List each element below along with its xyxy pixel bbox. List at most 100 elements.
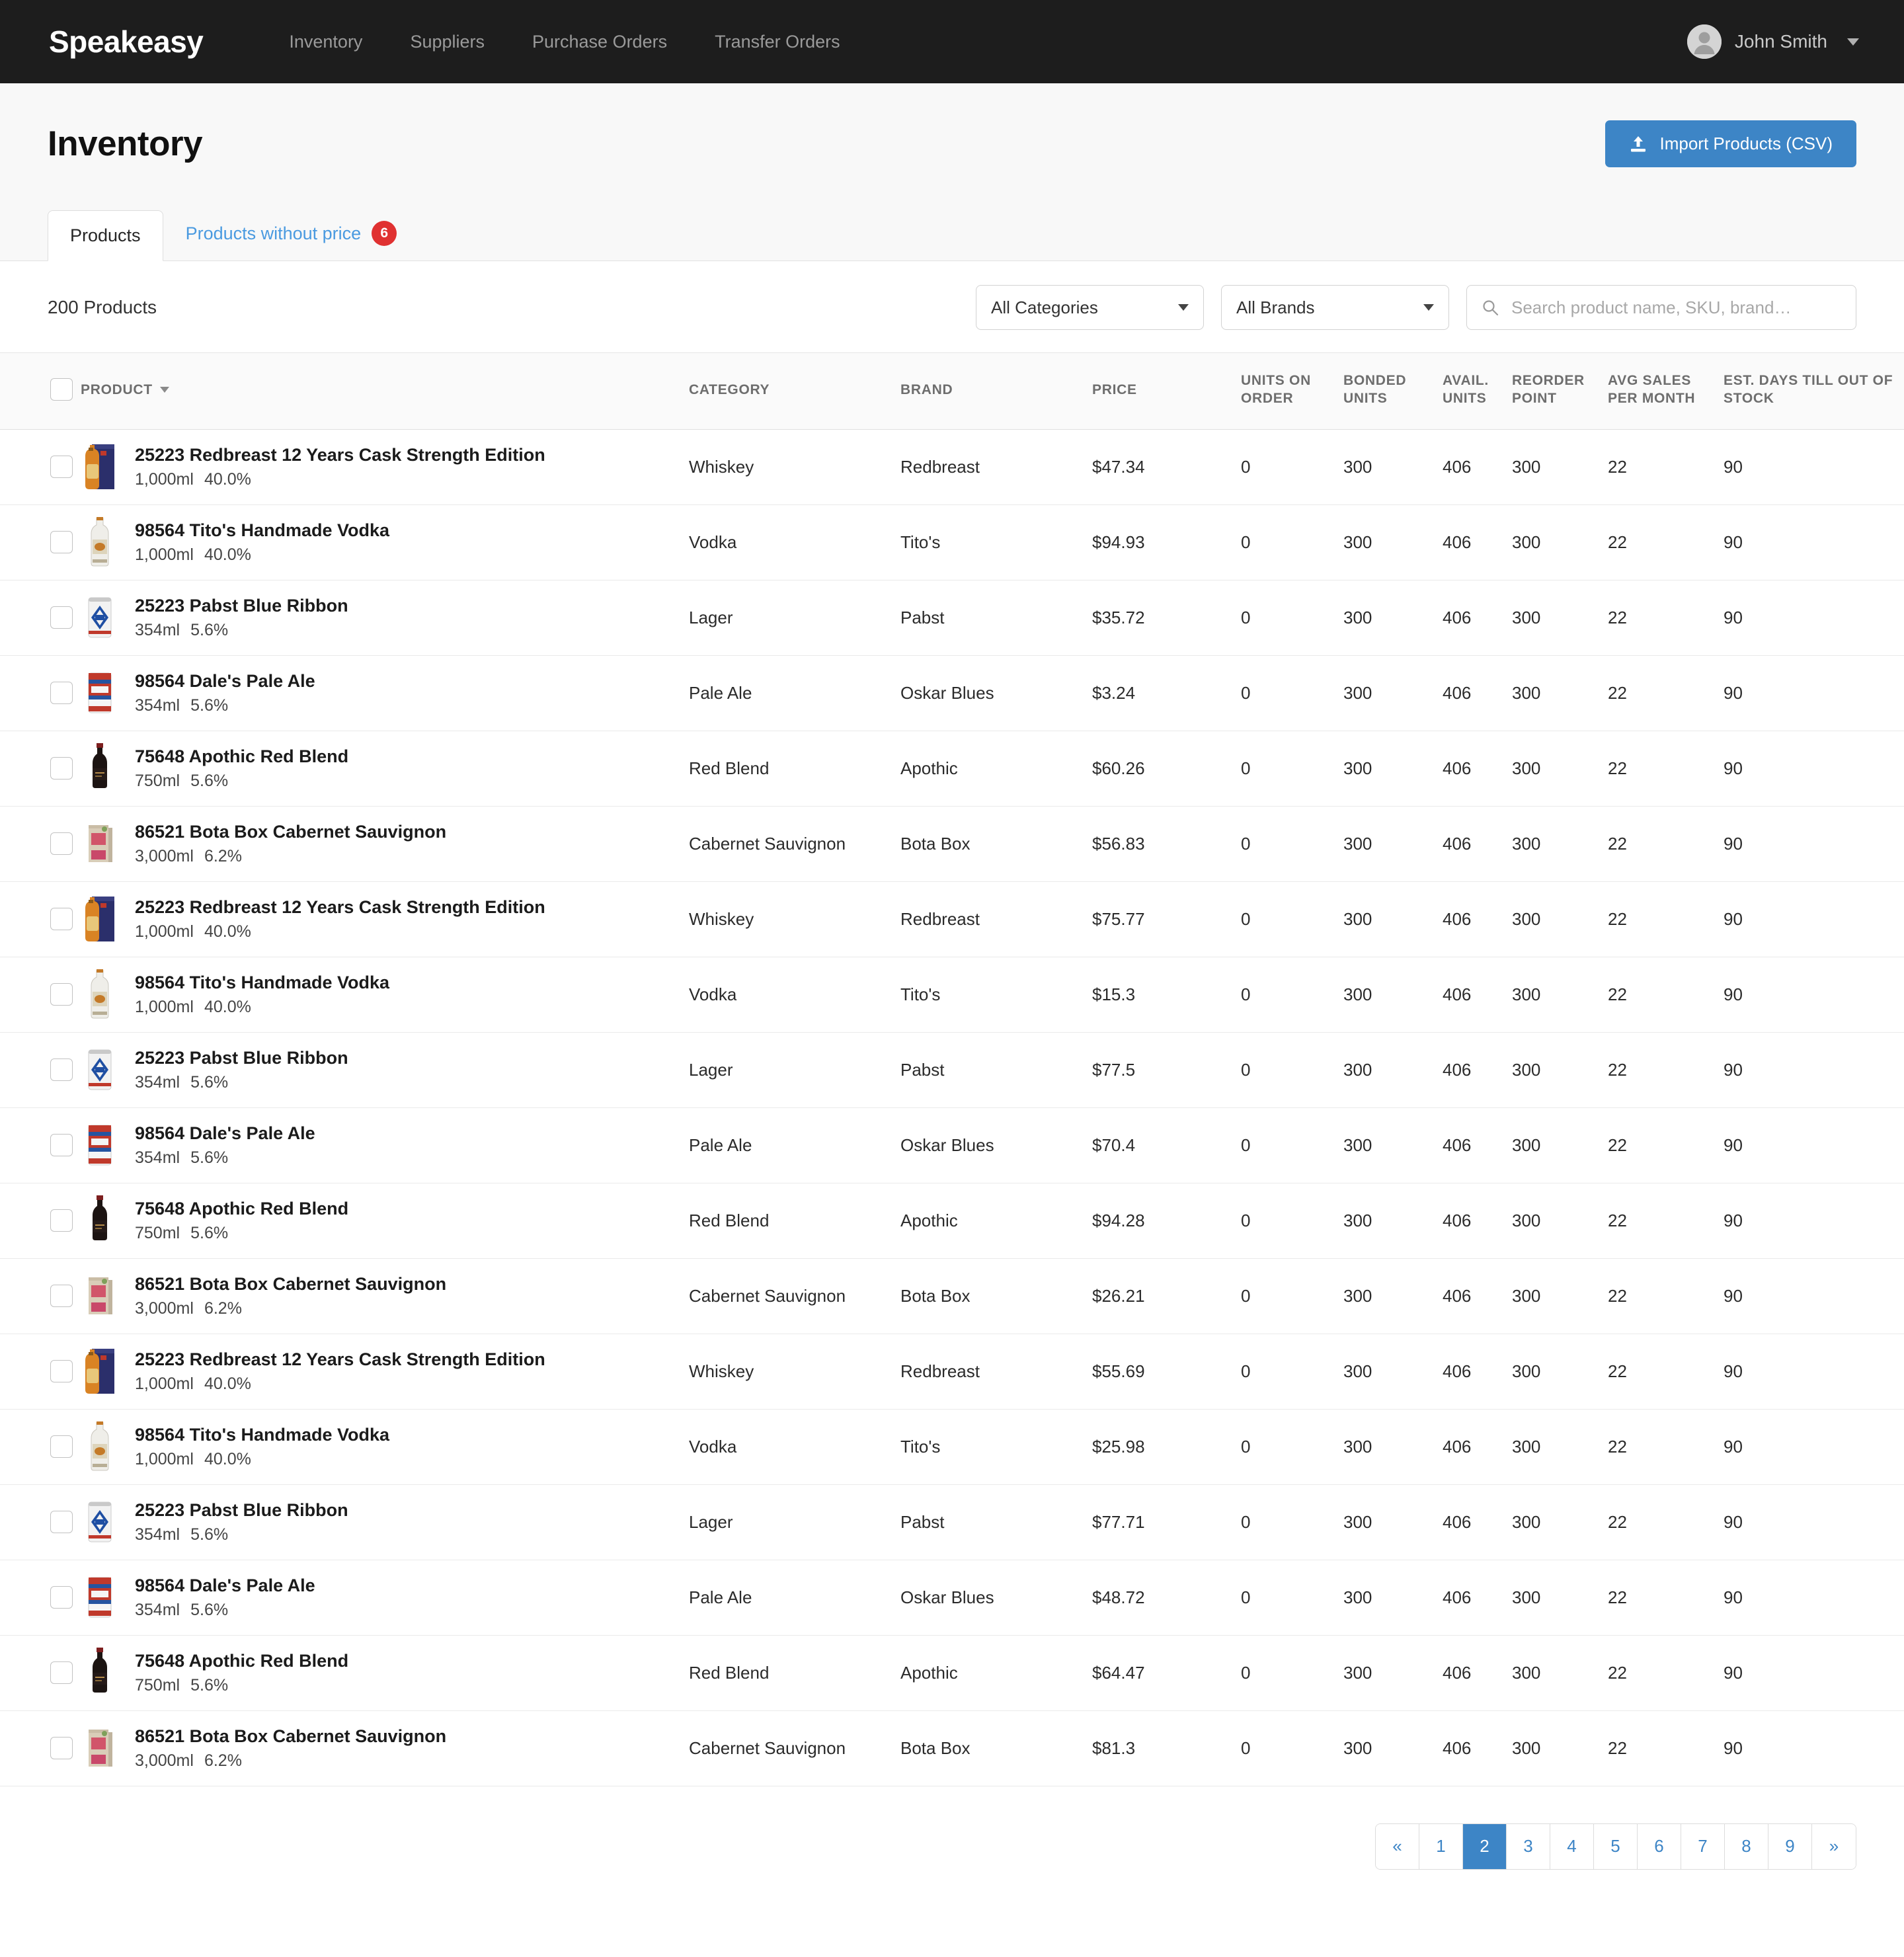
row-checkbox[interactable] <box>50 1285 73 1308</box>
units-on-order-cell: 0 <box>1241 607 1251 627</box>
search-box[interactable] <box>1466 285 1856 330</box>
table-row[interactable]: 86521 Bota Box Cabernet Sauvignon 3,000ml… <box>0 1710 1904 1786</box>
tab-products-without-price[interactable]: Products without price 6 <box>163 206 420 261</box>
table-row[interactable]: 25223 Redbreast 12 Years Cask Strength E… <box>0 1334 1904 1410</box>
product-name: 75648 Apothic Red Blend <box>135 746 349 767</box>
row-checkbox[interactable] <box>50 1435 73 1458</box>
table-row[interactable]: 75648 Apothic Red Blend 750ml 5.6% Red Blen… <box>0 731 1904 807</box>
product-abv: 5.6% <box>190 1525 229 1544</box>
est-days-cell: 90 <box>1724 1210 1743 1230</box>
product-name: 86521 Bota Box Cabernet Sauvignon <box>135 1274 447 1295</box>
product-cell: 86521 Bota Box Cabernet Sauvignon 3,000ml… <box>81 1258 689 1334</box>
product-name: 98564 Dale's Pale Ale <box>135 1123 315 1144</box>
import-products-button[interactable]: Import Products (CSV) <box>1605 120 1856 167</box>
column-header-bonded-units[interactable]: BONDED UNITS <box>1343 352 1443 430</box>
category-select[interactable]: All Categories <box>976 285 1204 330</box>
est-days-cell: 90 <box>1724 984 1743 1004</box>
row-checkbox[interactable] <box>50 682 73 705</box>
row-checkbox[interactable] <box>50 1661 73 1685</box>
bonded-units-cell: 300 <box>1343 833 1372 854</box>
column-header-avail-units[interactable]: AVAIL. UNITS <box>1443 352 1512 430</box>
table-header-row: PRODUCT CATEGORY BRAND PRICE UNITS ON OR… <box>0 352 1904 430</box>
table-row[interactable]: 98564 Tito's Handmade Vodka 1,000ml 40.0% V… <box>0 1409 1904 1485</box>
nav-link-transfer-orders[interactable]: Transfer Orders <box>691 32 864 52</box>
row-checkbox[interactable] <box>50 1058 73 1082</box>
pagination-page-3[interactable]: 3 <box>1507 1823 1550 1869</box>
product-cell: 98564 Tito's Handmade Vodka 1,000ml 40.0% <box>81 957 689 1032</box>
units-on-order-cell: 0 <box>1241 532 1251 552</box>
table-row[interactable]: 86521 Bota Box Cabernet Sauvignon 3,000ml… <box>0 806 1904 882</box>
column-header-units-on-order[interactable]: UNITS ON ORDER <box>1241 352 1343 430</box>
nav-link-suppliers[interactable]: Suppliers <box>386 32 508 52</box>
pagination-page-8[interactable]: 8 <box>1725 1823 1768 1869</box>
table-row[interactable]: 75648 Apothic Red Blend 750ml 5.6% Red Blen… <box>0 1635 1904 1711</box>
row-checkbox[interactable] <box>50 757 73 780</box>
bonded-units-cell: 300 <box>1343 1436 1372 1457</box>
pagination-page-4[interactable]: 4 <box>1550 1823 1594 1869</box>
brand-logo[interactable]: Speakeasy <box>49 24 204 60</box>
product-abv: 40.0% <box>204 1450 251 1469</box>
row-checkbox[interactable] <box>50 832 73 856</box>
product-volume: 354ml <box>135 696 180 715</box>
select-all-checkbox[interactable] <box>50 378 73 401</box>
table-row[interactable]: 25223 Redbreast 12 Years Cask Strength E… <box>0 881 1904 957</box>
bonded-units-cell: 300 <box>1343 456 1372 477</box>
category-cell: Cabernet Sauvignon <box>689 1737 846 1758</box>
product-thumbnail-redbreast-box <box>81 1345 119 1398</box>
column-header-avg-sales-per-month[interactable]: AVG SALES PER MONTH <box>1608 352 1724 430</box>
row-checkbox[interactable] <box>50 1134 73 1157</box>
column-header-reorder-point[interactable]: REORDER POINT <box>1512 352 1608 430</box>
column-header-est-days-till-out-of-stock[interactable]: EST. DAYS TILL OUT OF STOCK <box>1724 352 1904 430</box>
pagination-page-5[interactable]: 5 <box>1594 1823 1638 1869</box>
table-row[interactable]: 75648 Apothic Red Blend 750ml 5.6% Red Blen… <box>0 1183 1904 1259</box>
table-row[interactable]: 25223 Redbreast 12 Years Cask Strength E… <box>0 429 1904 505</box>
avail-units-cell: 406 <box>1443 1361 1472 1381</box>
row-select-cell <box>0 1484 81 1560</box>
table-row[interactable]: 25223 Pabst Blue Ribbon 354ml 5.6% Lager Pab… <box>0 1484 1904 1560</box>
pagination-page-1[interactable]: 1 <box>1419 1823 1463 1869</box>
table-row[interactable]: 98564 Tito's Handmade Vodka 1,000ml 40.0% V… <box>0 504 1904 580</box>
avg-sales-cell: 22 <box>1608 1511 1627 1532</box>
table-row[interactable]: 98564 Dale's Pale Ale 354ml 5.6% Pale Ale Os… <box>0 1560 1904 1636</box>
nav-link-inventory[interactable]: Inventory <box>265 32 386 52</box>
row-checkbox[interactable] <box>50 456 73 479</box>
tab-products[interactable]: Products <box>48 210 163 261</box>
row-checkbox[interactable] <box>50 531 73 554</box>
table-row[interactable]: 98564 Tito's Handmade Vodka 1,000ml 40.0% V… <box>0 957 1904 1033</box>
column-header-price[interactable]: PRICE <box>1092 352 1241 430</box>
product-name: 98564 Tito's Handmade Vodka <box>135 973 390 993</box>
column-header-brand[interactable]: BRAND <box>900 352 1092 430</box>
pagination-prev[interactable]: « <box>1376 1823 1419 1869</box>
row-checkbox[interactable] <box>50 1360 73 1383</box>
reorder-point-cell: 300 <box>1512 682 1541 703</box>
row-checkbox[interactable] <box>50 983 73 1006</box>
pagination-next[interactable]: » <box>1812 1823 1856 1869</box>
table-row[interactable]: 98564 Dale's Pale Ale 354ml 5.6% Pale Ale Os… <box>0 655 1904 731</box>
column-header-product[interactable]: PRODUCT <box>81 352 689 430</box>
pagination-page-2[interactable]: 2 <box>1463 1823 1507 1869</box>
table-row[interactable]: 25223 Pabst Blue Ribbon 354ml 5.6% Lager Pab… <box>0 580 1904 656</box>
row-checkbox[interactable] <box>50 1737 73 1760</box>
row-checkbox[interactable] <box>50 606 73 629</box>
row-checkbox[interactable] <box>50 1586 73 1609</box>
brand-select[interactable]: All Brands <box>1221 285 1449 330</box>
row-checkbox[interactable] <box>50 1209 73 1232</box>
nav-link-purchase-orders[interactable]: Purchase Orders <box>508 32 691 52</box>
pagination-page-7[interactable]: 7 <box>1681 1823 1725 1869</box>
column-header-category[interactable]: CATEGORY <box>689 352 900 430</box>
product-name: 98564 Dale's Pale Ale <box>135 671 315 692</box>
brand-cell: Oskar Blues <box>900 682 994 703</box>
table-row[interactable]: 98564 Dale's Pale Ale 354ml 5.6% Pale Ale Os… <box>0 1107 1904 1183</box>
row-checkbox[interactable] <box>50 908 73 931</box>
avg-sales-cell: 22 <box>1608 1210 1627 1230</box>
table-row[interactable]: 86521 Bota Box Cabernet Sauvignon 3,000ml… <box>0 1258 1904 1334</box>
user-menu[interactable]: John Smith <box>1686 24 1859 59</box>
search-input[interactable] <box>1510 296 1841 319</box>
product-cell: 98564 Dale's Pale Ale 354ml 5.6% <box>81 1560 689 1635</box>
table-row[interactable]: 25223 Pabst Blue Ribbon 354ml 5.6% Lager Pab… <box>0 1032 1904 1108</box>
product-sort-control[interactable]: PRODUCT <box>81 381 169 399</box>
pagination-page-9[interactable]: 9 <box>1768 1823 1812 1869</box>
row-checkbox[interactable] <box>50 1511 73 1534</box>
row-select-cell <box>0 504 81 580</box>
pagination-page-6[interactable]: 6 <box>1638 1823 1681 1869</box>
